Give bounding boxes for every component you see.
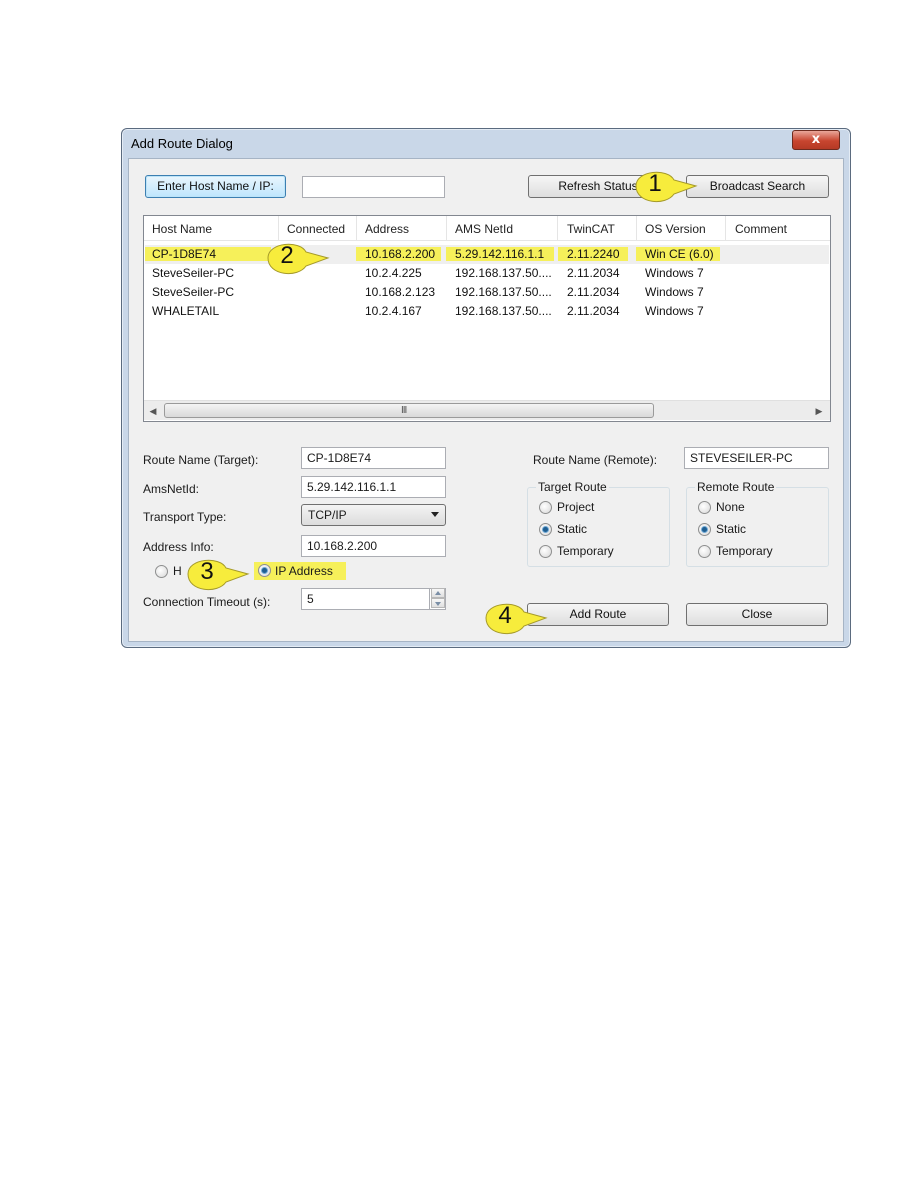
column-separator[interactable] — [356, 216, 357, 241]
host-row[interactable]: SteveSeiler-PC 10.2.4.225 192.168.137.50… — [145, 264, 829, 283]
remote-route-static-radio[interactable]: Static — [698, 522, 788, 538]
cell-address: 10.168.2.200 — [356, 247, 441, 261]
column-header-os-version[interactable]: OS Version — [645, 222, 706, 236]
column-separator[interactable] — [636, 216, 637, 241]
route-name-remote-input[interactable]: STEVESEILER-PC — [684, 447, 829, 469]
remote-route-temporary-radio[interactable]: Temporary — [698, 544, 788, 560]
target-route-title: Target Route — [536, 480, 609, 494]
column-separator[interactable] — [725, 216, 726, 241]
radio-button-icon — [539, 501, 552, 514]
window-title: Add Route Dialog — [131, 136, 233, 151]
scroll-left-arrow-icon[interactable]: ◀ — [146, 404, 160, 418]
column-header-connected[interactable]: Connected — [287, 222, 345, 236]
column-separator[interactable] — [557, 216, 558, 241]
radio-button-icon — [155, 565, 168, 578]
cell-host-name: SteveSeiler-PC — [152, 266, 235, 280]
host-row[interactable]: WHALETAIL 10.2.4.167 192.168.137.50.... … — [145, 302, 829, 321]
scrollbar-grip-icon: III — [401, 405, 407, 416]
radio-button-checked-icon — [258, 564, 271, 577]
cell-os-version: Win CE (6.0) — [636, 247, 720, 261]
column-header-host-name[interactable]: Host Name — [152, 222, 212, 236]
route-name-target-input[interactable]: CP-1D8E74 — [301, 447, 446, 469]
cell-ams-netid: 192.168.137.50.... — [455, 304, 552, 318]
radio-button-checked-icon — [539, 523, 552, 536]
connection-timeout-label: Connection Timeout (s): — [143, 595, 271, 609]
connection-timeout-input[interactable]: 5 — [301, 588, 446, 610]
transport-type-value: TCP/IP — [308, 508, 347, 522]
callout-marker-4: 4 — [482, 596, 548, 636]
cell-address: 10.168.2.123 — [365, 285, 436, 299]
enter-host-name-button[interactable]: Enter Host Name / IP: — [145, 175, 286, 198]
column-header-comment[interactable]: Comment — [735, 222, 787, 236]
remote-route-title: Remote Route — [695, 480, 777, 494]
cell-host-name: CP-1D8E74 — [145, 247, 271, 261]
ams-netid-input[interactable]: 5.29.142.116.1.1 — [301, 476, 446, 498]
transport-type-label: Transport Type: — [143, 510, 227, 524]
spin-up-icon[interactable] — [431, 588, 445, 598]
radio-button-checked-icon — [698, 523, 711, 536]
chevron-down-icon — [431, 512, 439, 517]
target-route-temporary-radio[interactable]: Temporary — [539, 544, 629, 560]
host-row-selected[interactable]: CP-1D8E74 10.168.2.200 5.29.142.116.1.1 … — [145, 245, 829, 264]
cell-twincat: 2.11.2034 — [567, 266, 620, 280]
transport-type-select[interactable]: TCP/IP — [301, 504, 446, 526]
host-row[interactable]: SteveSeiler-PC 10.168.2.123 192.168.137.… — [145, 283, 829, 302]
connection-timeout-value: 5 — [307, 592, 314, 606]
column-header-ams-netid[interactable]: AMS NetId — [455, 222, 513, 236]
address-info-input[interactable]: 10.168.2.200 — [301, 535, 446, 557]
radio-button-icon — [539, 545, 552, 558]
host-name-input[interactable] — [302, 176, 445, 198]
close-icon: x — [811, 132, 821, 147]
cell-os-version: Windows 7 — [645, 285, 704, 299]
radio-button-icon — [698, 501, 711, 514]
cell-ams-netid: 5.29.142.116.1.1 — [446, 247, 554, 261]
cell-address: 10.2.4.167 — [365, 304, 422, 318]
callout-marker-3: 3 — [184, 552, 250, 592]
timeout-spinner[interactable] — [429, 588, 445, 610]
cell-os-version: Windows 7 — [645, 304, 704, 318]
broadcast-search-button[interactable]: Broadcast Search — [686, 175, 829, 198]
add-route-button[interactable]: Add Route — [527, 603, 669, 626]
host-list-horizontal-scrollbar[interactable]: ◀ III ▶ — [144, 400, 830, 420]
callout-marker-2: 2 — [264, 236, 330, 276]
callout-marker-1: 1 — [632, 164, 698, 204]
remote-route-none-radio[interactable]: None — [698, 500, 788, 516]
route-name-target-label: Route Name (Target): — [143, 453, 259, 467]
ams-netid-label: AmsNetId: — [143, 482, 200, 496]
radio-button-icon — [698, 545, 711, 558]
column-header-address[interactable]: Address — [365, 222, 409, 236]
host-list[interactable]: Host Name Connected Address AMS NetId Tw… — [143, 215, 831, 422]
cell-host-name: SteveSeiler-PC — [152, 285, 235, 299]
cell-twincat: 2.11.2240 — [558, 247, 628, 261]
host-list-header: Host Name Connected Address AMS NetId Tw… — [144, 216, 830, 241]
spin-down-icon[interactable] — [431, 598, 445, 608]
cell-ams-netid: 192.168.137.50.... — [455, 285, 552, 299]
column-header-twincat[interactable]: TwinCAT — [567, 222, 615, 236]
scroll-right-arrow-icon[interactable]: ▶ — [812, 404, 826, 418]
close-button[interactable]: Close — [686, 603, 828, 626]
route-name-remote-label: Route Name (Remote): — [533, 453, 658, 467]
cell-address: 10.2.4.225 — [365, 266, 422, 280]
scrollbar-thumb[interactable]: III — [164, 403, 654, 418]
ip-address-radio[interactable]: IP Address — [254, 562, 346, 580]
cell-os-version: Windows 7 — [645, 266, 704, 280]
cell-twincat: 2.11.2034 — [567, 285, 620, 299]
target-route-static-radio[interactable]: Static — [539, 522, 629, 538]
cell-twincat: 2.11.2034 — [567, 304, 620, 318]
window-close-button[interactable]: x — [792, 130, 840, 150]
column-separator[interactable] — [446, 216, 447, 241]
cell-host-name: WHALETAIL — [152, 304, 220, 318]
cell-ams-netid: 192.168.137.50.... — [455, 266, 552, 280]
target-route-project-radio[interactable]: Project — [539, 500, 629, 516]
